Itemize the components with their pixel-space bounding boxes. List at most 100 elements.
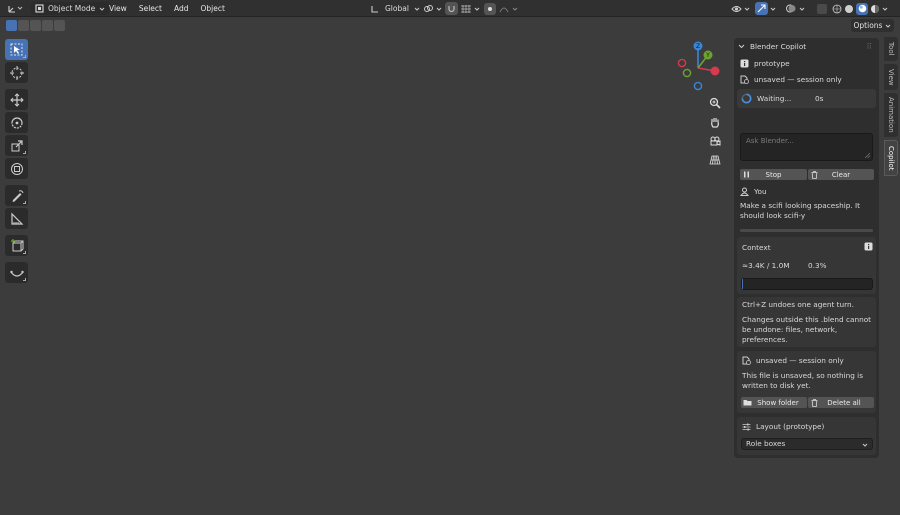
info-icon <box>740 59 749 68</box>
tool-shelf <box>5 39 29 285</box>
menu-view[interactable]: View <box>103 4 133 13</box>
overlays-dropdown[interactable] <box>785 2 805 15</box>
svg-text:Z: Z <box>696 43 700 50</box>
context-tokens: ≈3.4K / 1.0M <box>742 260 790 270</box>
navigation-gizmo[interactable]: Z Y <box>670 40 724 92</box>
tab-copilot[interactable]: Copilot <box>884 140 898 176</box>
chevron-down-icon <box>770 7 776 11</box>
select-new-icon[interactable] <box>6 20 17 31</box>
visibility-dropdown[interactable] <box>731 2 750 15</box>
context-info-icon[interactable] <box>864 242 873 253</box>
3d-viewport[interactable]: Options Z Y Tool View Animation Copilot … <box>0 17 900 515</box>
editor-type-button[interactable] <box>6 2 24 15</box>
layout-header: Layout (prototype) <box>742 421 870 432</box>
rotate-tool[interactable] <box>5 112 28 133</box>
message-divider <box>740 229 873 232</box>
solid-shading-icon[interactable] <box>844 4 854 14</box>
transform-orientation-dropdown[interactable]: Global <box>370 2 420 15</box>
layout-dropdown[interactable]: Role boxes <box>741 438 873 450</box>
delete-all-button[interactable]: Delete all <box>808 397 874 408</box>
svg-text:Y: Y <box>705 52 710 59</box>
select-intersect-icon[interactable] <box>54 20 65 31</box>
resize-grip-icon[interactable] <box>865 153 870 158</box>
pause-icon <box>744 171 749 178</box>
zoom-icon[interactable] <box>707 95 723 111</box>
navigation-buttons <box>707 95 723 171</box>
prompt-input[interactable]: Ask Blender... <box>740 133 873 161</box>
elapsed-time: 0s <box>815 93 824 103</box>
select-extend-icon[interactable] <box>18 20 29 31</box>
wireframe-shading-icon[interactable] <box>832 4 842 14</box>
chevron-down-icon <box>744 7 750 11</box>
status-text: Waiting... <box>757 93 792 103</box>
transform-tool[interactable] <box>5 158 28 179</box>
orientation-label: Global <box>385 4 409 13</box>
prompt-placeholder: Ask Blender... <box>746 137 794 145</box>
select-difference-icon[interactable] <box>42 20 53 31</box>
chevron-down-icon[interactable] <box>882 6 888 12</box>
stop-button[interactable]: Stop <box>740 169 807 180</box>
drag-handle-icon[interactable]: ⠿ <box>867 42 874 51</box>
user-label: You <box>754 186 767 196</box>
menu-add[interactable]: Add <box>168 4 195 13</box>
chevron-down-icon <box>799 7 805 11</box>
material-shading-icon[interactable] <box>856 2 868 15</box>
curve-tool[interactable] <box>5 262 28 283</box>
delete-all-label: Delete all <box>827 398 861 407</box>
gizmo-dropdown[interactable] <box>755 2 776 15</box>
magnet-icon <box>448 6 455 13</box>
proportional-edit-toggle[interactable] <box>484 2 496 15</box>
select-subtract-icon[interactable] <box>30 20 41 31</box>
pivot-point-dropdown[interactable] <box>423 2 442 15</box>
chevron-down-icon <box>886 24 891 28</box>
layout-box: Layout (prototype) Role boxes <box>737 417 876 455</box>
undo-info-box: Ctrl+Z undoes one agent turn. Changes ou… <box>737 297 876 347</box>
mode-dropdown[interactable]: Object Mode <box>31 2 110 15</box>
snapping-controls[interactable] <box>445 2 480 15</box>
neg-y-handle[interactable] <box>682 68 692 78</box>
menu-select[interactable]: Select <box>133 4 168 13</box>
chevron-down-icon <box>738 44 745 49</box>
chevron-down-icon <box>474 7 480 11</box>
ruler-icon <box>10 212 23 225</box>
rendered-shading-icon[interactable] <box>870 4 880 14</box>
tab-animation[interactable]: Animation <box>884 93 898 137</box>
link-icon <box>424 5 433 12</box>
show-folder-button[interactable]: Show folder <box>741 397 807 408</box>
menu-object[interactable]: Object <box>194 4 230 13</box>
hand-pan-icon[interactable] <box>707 114 723 130</box>
undo-note: Ctrl+Z undoes one agent turn. <box>742 300 854 309</box>
clear-button[interactable]: Clear <box>808 169 874 180</box>
project-name: prototype <box>754 58 790 68</box>
add-cube-tool[interactable] <box>5 235 28 256</box>
move-tool[interactable] <box>5 89 28 110</box>
file-cancel-icon <box>742 356 751 365</box>
neg-x-handle[interactable] <box>677 58 687 68</box>
undo-warning: Changes outside this .blend cannot be un… <box>742 315 872 344</box>
cursor-tool[interactable] <box>5 62 28 83</box>
project-row: prototype <box>740 58 873 69</box>
snap-toggle[interactable] <box>445 2 458 15</box>
file-status-row: unsaved — session only <box>742 355 870 366</box>
camera-view-icon[interactable] <box>707 133 723 149</box>
copilot-panel: Blender Copilot ⠿ prototype unsaved — se… <box>734 38 879 458</box>
stop-label: Stop <box>765 170 782 179</box>
proportional-edit-controls[interactable] <box>484 2 518 15</box>
neg-z-handle[interactable] <box>693 81 703 91</box>
select-box-tool[interactable] <box>5 39 28 60</box>
scale-tool[interactable] <box>5 135 28 156</box>
measure-tool[interactable] <box>5 208 28 229</box>
shading-modes <box>832 2 888 15</box>
annotate-tool[interactable] <box>5 185 28 206</box>
xray-toggle[interactable] <box>817 2 827 15</box>
tab-view[interactable]: View <box>884 64 898 90</box>
user-icon <box>740 187 749 196</box>
session-row: unsaved — session only <box>740 74 873 85</box>
options-button[interactable]: Options <box>851 19 894 32</box>
perspective-grid-icon[interactable] <box>707 152 723 168</box>
gizmo-toggle[interactable] <box>755 2 768 15</box>
panel-title-row[interactable]: Blender Copilot ⠿ <box>738 41 873 52</box>
x-axis-handle[interactable] <box>710 66 720 76</box>
chevron-down-icon <box>436 7 442 11</box>
tab-tool[interactable]: Tool <box>884 37 898 61</box>
